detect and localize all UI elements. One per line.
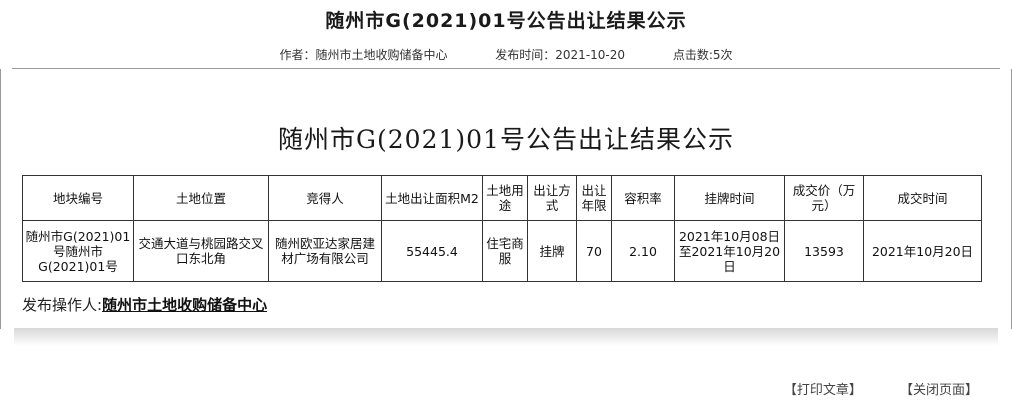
header-area: 土地出让面积M2 <box>381 175 483 221</box>
result-table: 地块编号 土地位置 竞得人 土地出让面积M2 土地用途 出让方式 出让年限 容积… <box>22 175 982 282</box>
header-parcel-id: 地块编号 <box>22 175 134 221</box>
cell-winner: 随州欧亚达家居建材广场有限公司 <box>268 220 382 282</box>
header-price: 成交价（万元） <box>784 175 864 221</box>
cell-land-use: 住宅商服 <box>482 220 528 282</box>
cell-price: 13593 <box>784 220 864 282</box>
table-header-row: 地块编号 土地位置 竞得人 土地出让面积M2 土地用途 出让方式 出让年限 容积… <box>22 175 982 221</box>
section-divider <box>14 328 998 346</box>
header-deal-time: 成交时间 <box>863 175 982 221</box>
publisher-line: 发布操作人:随州市土地收购储备中心 <box>22 294 267 315</box>
header-location: 土地位置 <box>133 175 269 221</box>
article-meta: 作者：随州市土地收购储备中心 发布时间：2021-10-20 点击数:5次 <box>0 46 1012 63</box>
publisher-name: 随州市土地收购储备中心 <box>102 296 268 314</box>
author-text: 作者：随州市土地收购储备中心 <box>279 48 448 62</box>
cell-transfer-method: 挂牌 <box>527 220 577 282</box>
page-title: 随州市G(2021)01号公告出让结果公示 <box>325 10 687 32</box>
table-row: 随州市G(2021)01号随州市G(2021)01号 交通大道与桃园路交叉口东北… <box>22 220 982 282</box>
publisher-label: 发布操作人: <box>22 296 103 314</box>
header-transfer-method: 出让方式 <box>527 175 577 221</box>
cell-listing-time: 2021年10月08日至2021年10月20日 <box>674 220 785 282</box>
print-article-link[interactable]: 【打印文章】 <box>784 383 862 398</box>
cell-location: 交通大道与桃园路交叉口东北角 <box>133 220 269 282</box>
header-term: 出让年限 <box>576 175 612 221</box>
cell-deal-time: 2021年10月20日 <box>863 220 982 282</box>
publish-time-text: 发布时间：2021-10-20 <box>495 48 626 62</box>
cell-term: 70 <box>576 220 612 282</box>
header-plot-ratio: 容积率 <box>611 175 675 221</box>
cell-area: 55445.4 <box>381 220 483 282</box>
cell-parcel-id: 随州市G(2021)01号随州市G(2021)01号 <box>22 220 134 282</box>
footer-links: 【打印文章】 【关闭页面】 <box>750 379 978 398</box>
close-page-link[interactable]: 【关闭页面】 <box>900 383 978 398</box>
header-listing-time: 挂牌时间 <box>674 175 785 221</box>
cell-plot-ratio: 2.10 <box>611 220 675 282</box>
header-winner: 竞得人 <box>268 175 382 221</box>
header-land-use: 土地用途 <box>482 175 528 221</box>
article-title: 随州市G(2021)01号公告出让结果公示 <box>278 125 734 154</box>
hit-count-text: 点击数:5次 <box>672 48 733 62</box>
